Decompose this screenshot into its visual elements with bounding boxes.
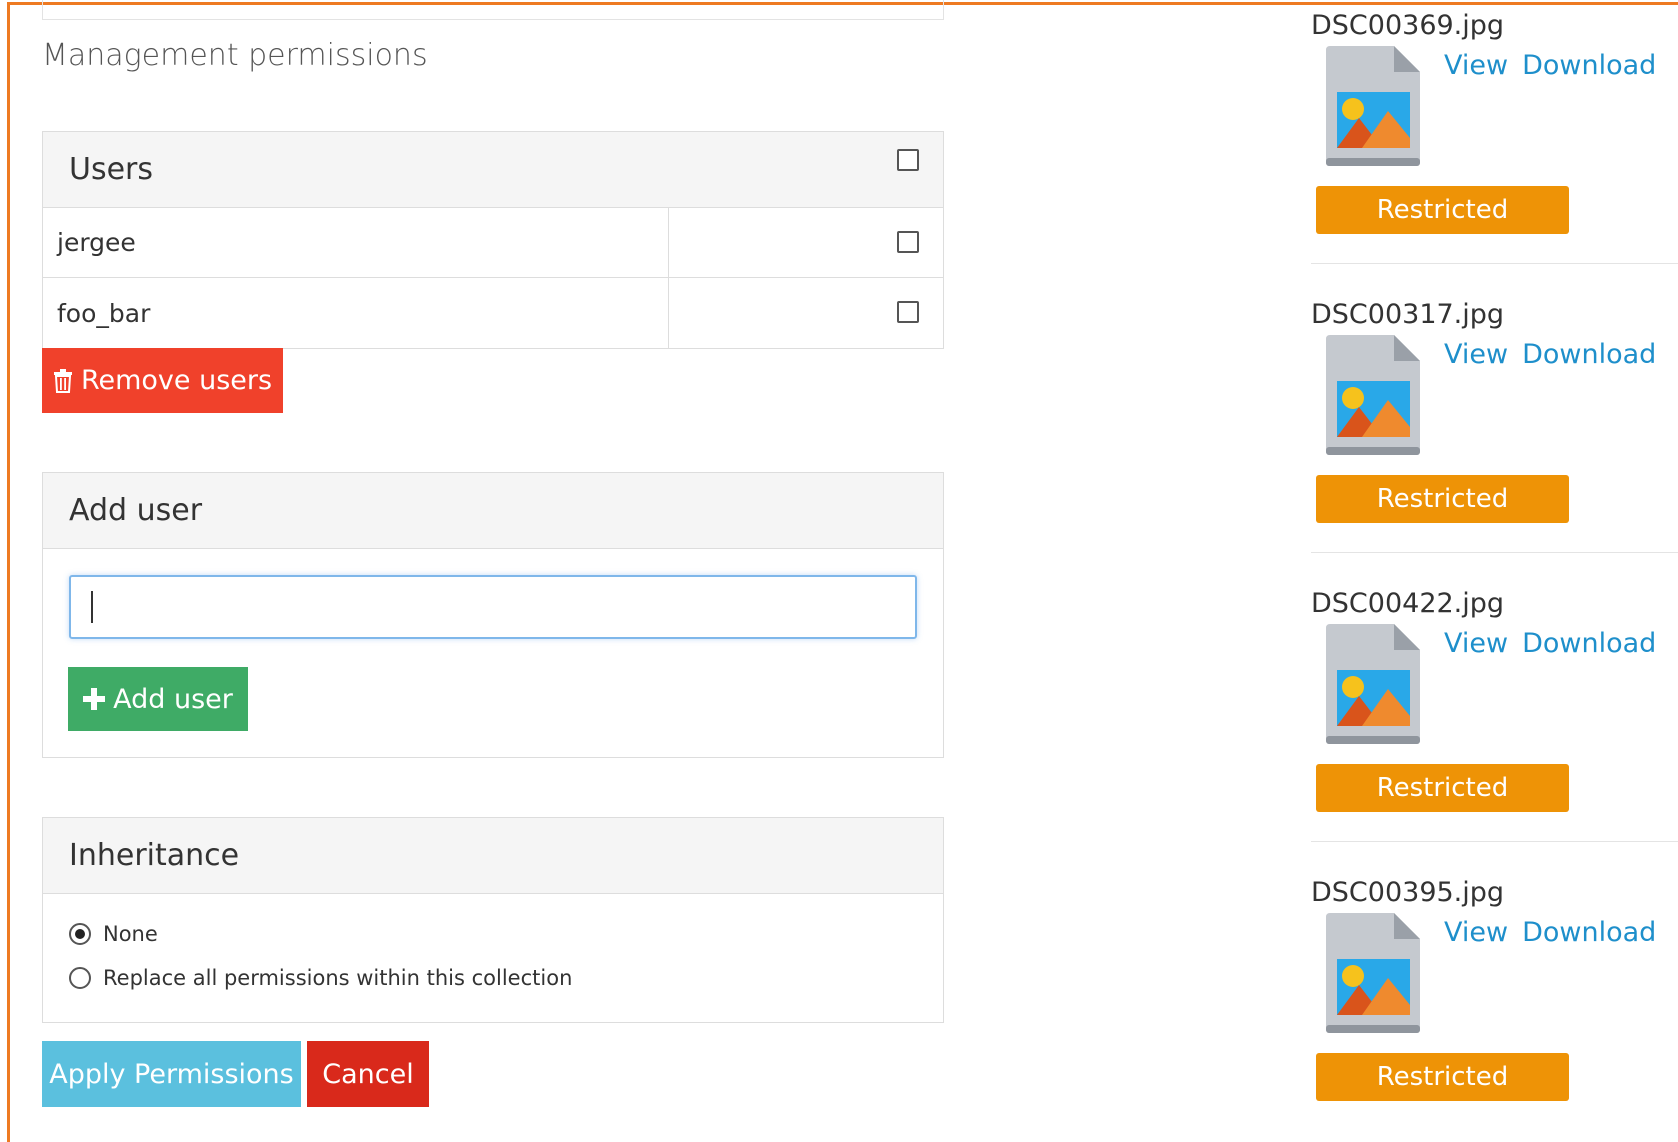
file-divider — [1311, 841, 1678, 842]
file-name: DSC00369.jpg — [1311, 10, 1505, 41]
image-file-icon — [1326, 46, 1420, 166]
file-name: DSC00395.jpg — [1311, 877, 1505, 908]
download-link[interactable]: Download — [1522, 50, 1656, 81]
file-links: View Download — [1444, 917, 1656, 948]
view-link[interactable]: View — [1444, 628, 1508, 659]
users-panel: Users jergee foo_bar — [42, 131, 944, 349]
image-file-icon — [1326, 913, 1420, 1033]
restricted-button[interactable]: Restricted — [1316, 1053, 1569, 1101]
download-link[interactable]: Download — [1522, 917, 1656, 948]
user-name: jergee — [43, 208, 669, 277]
view-link[interactable]: View — [1444, 917, 1508, 948]
view-link[interactable]: View — [1444, 50, 1508, 81]
add-user-button[interactable]: Add user — [68, 667, 248, 731]
inheritance-option-replace[interactable]: Replace all permissions within this coll… — [69, 966, 572, 990]
top-panel-stub — [42, 0, 944, 20]
file-item: DSC00395.jpg View Download Restricted — [1311, 867, 1678, 1117]
radio-label: None — [103, 922, 158, 946]
add-user-panel-title: Add user — [69, 493, 203, 528]
text-caret — [91, 591, 93, 623]
radio-button[interactable] — [69, 967, 91, 989]
inheritance-panel-header: Inheritance — [43, 818, 943, 894]
users-panel-title: Users — [69, 152, 154, 187]
apply-permissions-button[interactable]: Apply Permissions — [42, 1041, 301, 1107]
table-row: jergee — [43, 208, 943, 278]
file-links: View Download — [1444, 339, 1656, 370]
section-title: Management permissions — [42, 38, 428, 73]
file-item: DSC00317.jpg View Download Restricted — [1311, 289, 1678, 578]
restricted-button[interactable]: Restricted — [1316, 475, 1569, 523]
select-all-users-checkbox[interactable] — [897, 149, 919, 171]
remove-users-label: Remove users — [80, 365, 273, 396]
radio-button[interactable] — [69, 923, 91, 945]
restricted-button[interactable]: Restricted — [1316, 764, 1569, 812]
plus-icon — [83, 688, 106, 710]
user-name: foo_bar — [43, 278, 669, 348]
user-checkbox[interactable] — [897, 231, 919, 253]
add-user-panel-header: Add user — [43, 473, 943, 549]
restricted-button[interactable]: Restricted — [1316, 186, 1569, 234]
user-checkbox[interactable] — [897, 301, 919, 323]
file-links: View Download — [1444, 50, 1656, 81]
download-link[interactable]: Download — [1522, 628, 1656, 659]
remove-users-button[interactable]: Remove users — [42, 348, 283, 413]
users-panel-header: Users — [43, 132, 943, 208]
add-user-label: Add user — [113, 683, 233, 715]
cancel-button[interactable]: Cancel — [307, 1041, 429, 1107]
download-link[interactable]: Download — [1522, 339, 1656, 370]
file-item: DSC00422.jpg View Download Restricted — [1311, 578, 1678, 867]
file-name: DSC00317.jpg — [1311, 299, 1505, 330]
file-divider — [1311, 552, 1678, 553]
view-link[interactable]: View — [1444, 339, 1508, 370]
radio-label: Replace all permissions within this coll… — [103, 966, 573, 990]
user-search-input[interactable] — [69, 575, 917, 639]
image-file-icon — [1326, 335, 1420, 455]
file-name: DSC00422.jpg — [1311, 588, 1505, 619]
file-divider — [1311, 263, 1678, 264]
image-file-icon — [1326, 624, 1420, 744]
trash-icon — [53, 368, 72, 393]
file-links: View Download — [1444, 628, 1656, 659]
inheritance-panel-title: Inheritance — [69, 838, 240, 873]
inheritance-option-none[interactable]: None — [69, 922, 158, 946]
file-item: DSC00369.jpg View Download Restricted — [1311, 0, 1678, 289]
inheritance-panel: Inheritance None Replace all permissions… — [42, 817, 944, 1023]
table-row: foo_bar — [43, 278, 943, 348]
